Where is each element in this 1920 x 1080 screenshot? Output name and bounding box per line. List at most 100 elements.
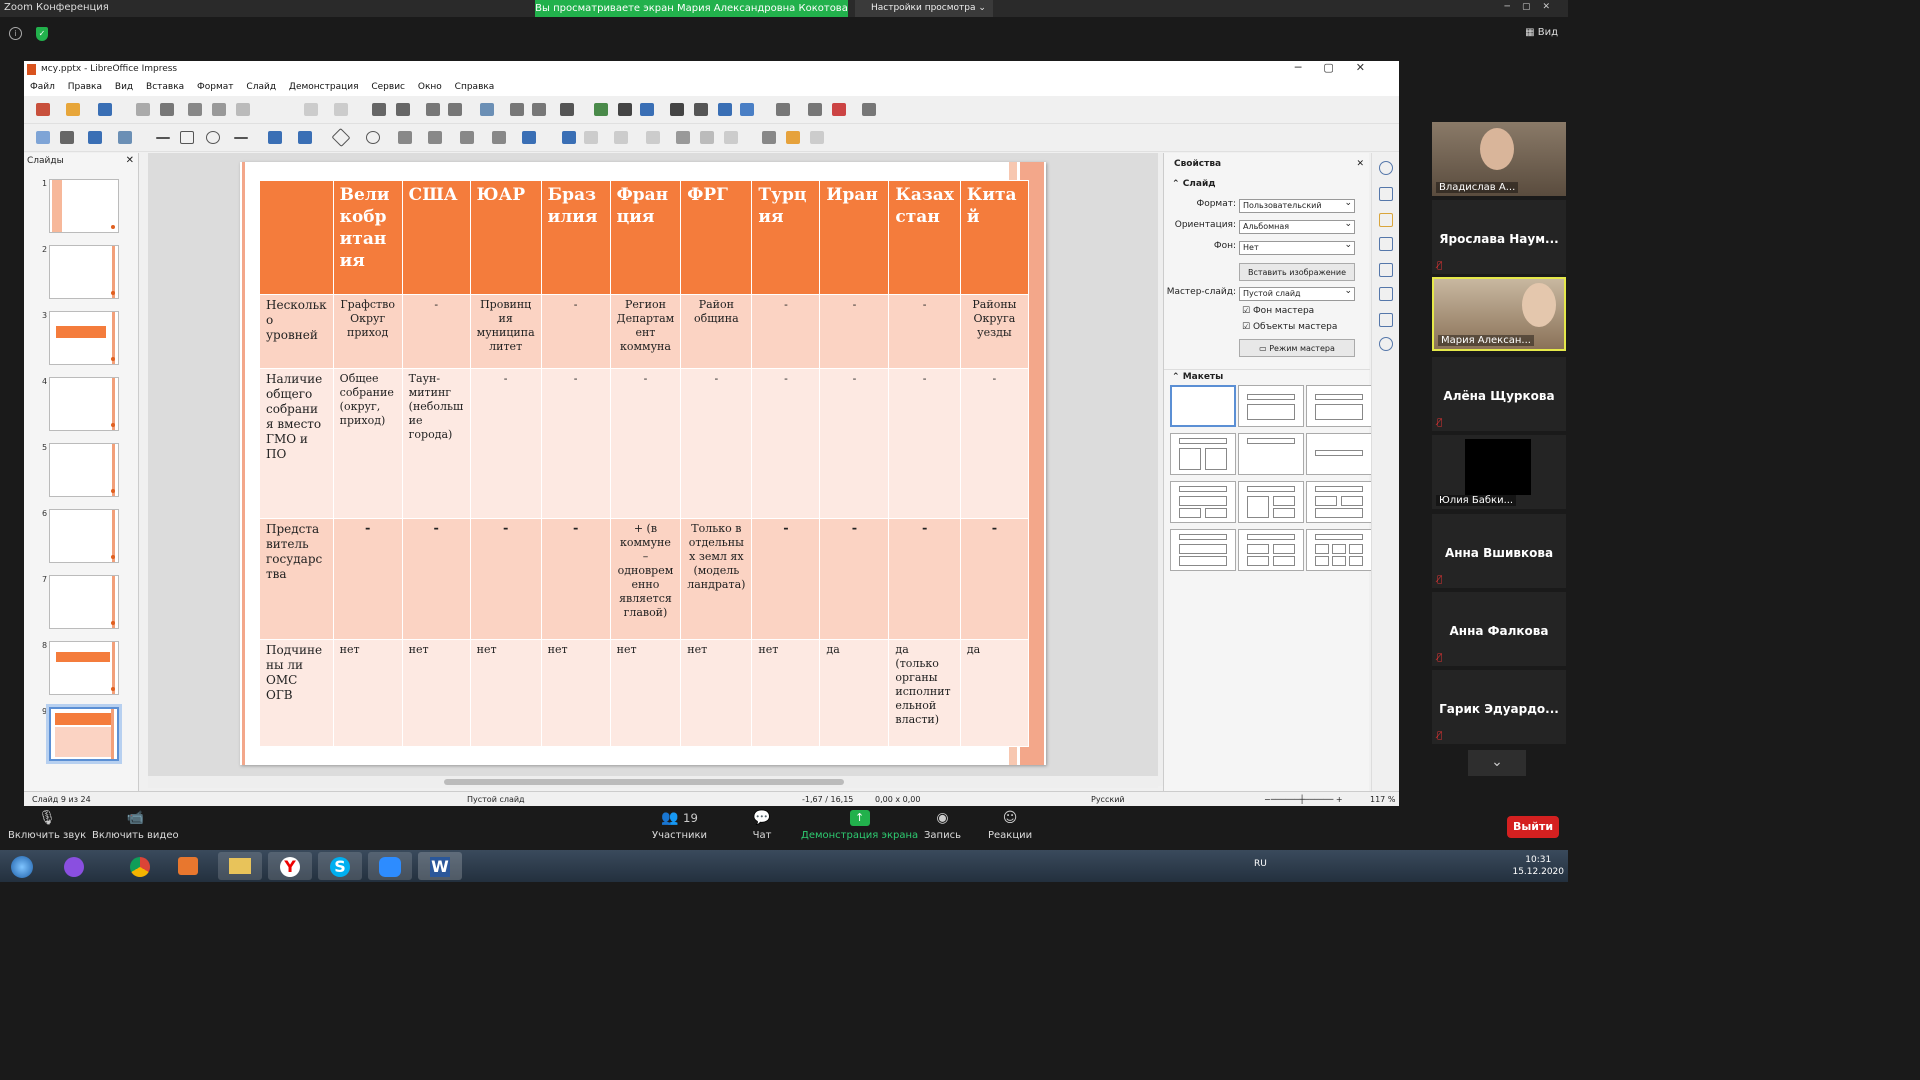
view-button[interactable]: ▦ Вид [1525,27,1558,38]
paste-icon[interactable] [236,103,250,116]
line-icon[interactable] [156,137,170,139]
settings-icon[interactable] [1379,161,1393,175]
export-pdf-icon[interactable] [136,103,150,116]
layout-blank[interactable] [1170,385,1236,427]
comparison-table[interactable]: Вели кобр итан ия США ЮАР Браз илия Фран… [259,180,1029,747]
share-screen-button[interactable]: ↑ Демонстрация экрана [801,810,918,841]
layout-title[interactable] [1238,433,1304,475]
menu-slideshow[interactable]: Демонстрация [289,82,359,92]
shadow-icon[interactable] [676,131,690,144]
layout-title-content[interactable] [1238,385,1304,427]
align-icon[interactable] [584,131,598,144]
menu-edit[interactable]: Правка [68,82,102,92]
section-slide[interactable]: ⌃ Слайд [1164,179,1370,189]
record-button[interactable]: ◉ Запись [924,810,961,841]
save-icon[interactable] [98,103,112,116]
animation-icon[interactable] [1379,237,1393,251]
slide-thumbnail[interactable] [49,641,119,695]
layout-three[interactable] [1306,481,1372,523]
layout-four[interactable] [1170,481,1236,523]
ellipse-icon[interactable] [206,131,220,144]
lo-window-controls[interactable]: ─▢✕ [1295,61,1387,74]
delete-slide-icon[interactable] [832,103,846,116]
chat-button[interactable]: 💬 Чат [752,810,772,841]
section-layouts[interactable]: ⌃ Макеты [1164,369,1370,382]
close-icon[interactable]: ✕ [126,155,134,166]
callout-icon[interactable] [460,131,474,144]
chart-icon[interactable] [640,103,654,116]
slide-thumbnail[interactable] [49,377,119,431]
app-icon[interactable] [52,852,96,880]
zoom-slider[interactable]: −──────┼────── + [1264,795,1343,804]
system-clock[interactable]: 10:31 15.12.2020 [1512,854,1564,878]
3d-objects-icon[interactable] [522,131,536,144]
grid-icon[interactable] [426,103,440,116]
media-icon[interactable] [618,103,632,116]
select-icon[interactable] [36,131,50,144]
start-current-icon[interactable] [532,103,546,116]
slide-layout-icon[interactable] [862,103,876,116]
toggle-extrusion-icon[interactable] [810,131,824,144]
fontwork-icon[interactable] [694,103,708,116]
zoom-pan-icon[interactable] [60,131,74,144]
menu-format[interactable]: Формат [197,82,234,92]
master-background-checkbox[interactable]: ☑ Фон мастера [1164,306,1370,316]
textbox-icon[interactable] [670,103,684,116]
master-objects-checkbox[interactable]: ☑ Объекты мастера [1164,322,1370,332]
orientation-select[interactable]: Альбомная [1239,219,1355,234]
slide-workspace[interactable]: Вели кобр итан ия США ЮАР Браз илия Фран… [148,153,1158,786]
insert-slide-icon[interactable] [776,103,790,116]
participant-tile[interactable]: Анна Вшивкова 🎙̸ [1432,514,1566,588]
layout-four-content[interactable] [1238,529,1304,571]
table-icon[interactable] [560,103,574,116]
filter-icon[interactable] [724,131,738,144]
menu-file[interactable]: Файл [30,82,55,92]
chrome-icon[interactable] [118,852,162,880]
layout-stacked[interactable] [1170,529,1236,571]
scrollbar-thumb[interactable] [444,779,844,785]
display-views-icon[interactable] [448,103,462,116]
background-select[interactable]: Нет [1239,240,1355,255]
chevron-down-icon[interactable]: ⌄ [1468,750,1526,776]
master-slide-icon[interactable] [480,103,494,116]
yandex-browser-icon[interactable]: Y [268,852,312,880]
curve-icon[interactable] [268,131,282,144]
rectangle-icon[interactable] [180,131,194,144]
connector-icon[interactable] [298,131,312,144]
reactions-button[interactable]: ☺ Реакции [988,810,1032,841]
stars-icon[interactable] [492,131,506,144]
redo-icon[interactable] [334,103,348,116]
word-icon[interactable]: W [418,852,462,880]
format-select[interactable]: Пользовательский [1239,198,1355,213]
arrange-icon[interactable] [614,131,628,144]
participants-button[interactable]: 👥 19 Участники [652,810,707,841]
master-mode-button[interactable]: ▭ Режим мастера [1239,339,1355,357]
master-slides-icon[interactable] [1379,263,1393,277]
language-indicator[interactable]: RU [1254,859,1267,869]
crop-icon[interactable] [700,131,714,144]
print-icon[interactable] [160,103,174,116]
flowchart-icon[interactable] [428,131,442,144]
layout-split[interactable] [1238,481,1304,523]
menu-view[interactable]: Вид [115,82,133,92]
status-zoom[interactable]: 117 % [1370,795,1395,804]
menu-window[interactable]: Окно [418,82,442,92]
insert-image-button[interactable]: Вставить изображение [1239,263,1355,281]
undo-icon[interactable] [304,103,318,116]
menu-tools[interactable]: Сервис [371,82,405,92]
unmute-button[interactable]: 🎙 Включить звук [8,810,86,841]
glue-points-icon[interactable] [786,131,800,144]
start-first-icon[interactable] [510,103,524,116]
gallery-icon[interactable] [1379,313,1393,327]
info-icon[interactable]: i [9,27,22,40]
points-icon[interactable] [762,131,776,144]
participant-tile[interactable]: Владислав А... [1432,122,1566,196]
block-arrows-icon[interactable] [398,131,412,144]
spellcheck-icon[interactable] [396,103,410,116]
participant-tile[interactable]: Анна Фалкова 🎙̸ [1432,592,1566,666]
view-options-dropdown[interactable]: Настройки просмотра ⌄ [855,0,993,17]
hyperlink-icon[interactable] [718,103,732,116]
symbol-shapes-icon[interactable] [366,131,380,144]
participant-tile-active[interactable]: Мария Алексан... [1432,277,1566,351]
participant-tile[interactable]: Алёна Щуркова 🎙̸ [1432,357,1566,431]
